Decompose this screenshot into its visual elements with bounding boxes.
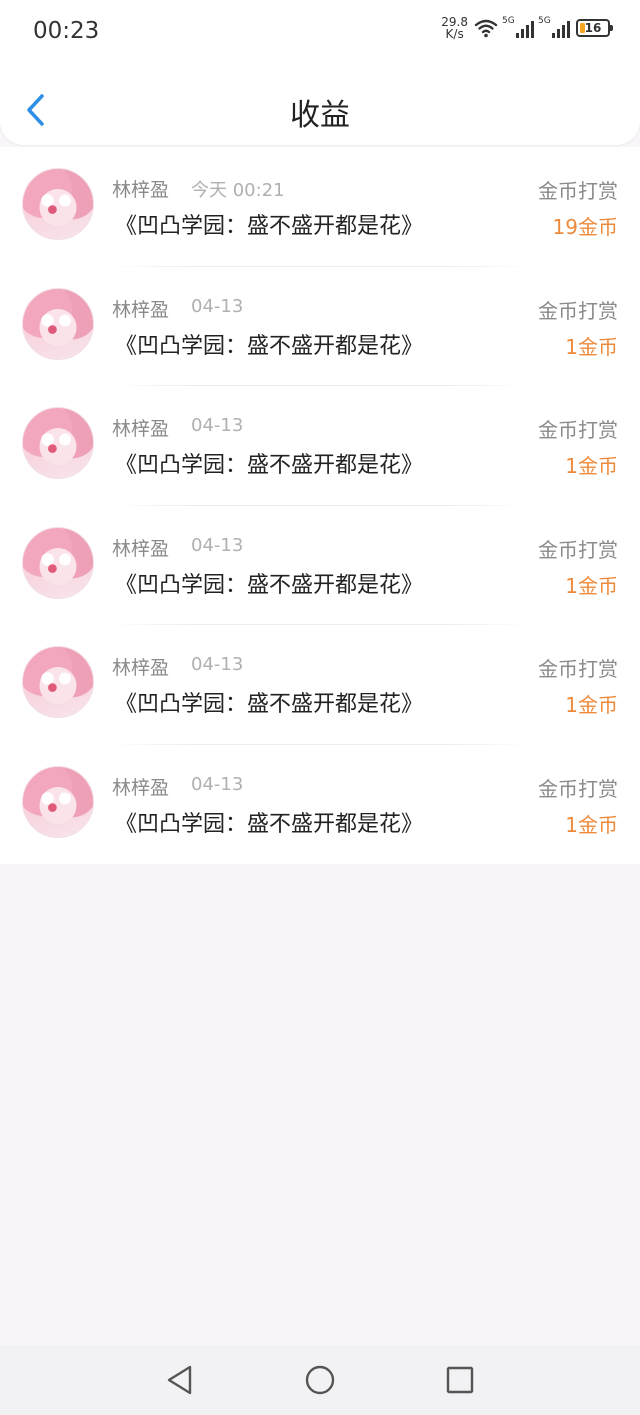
income-type: 金币打赏 <box>538 418 618 442</box>
income-amount: 1金币 <box>565 693 618 717</box>
app-header: 00:23 29.8 K/s 5G 5G 16 收益 <box>0 0 640 145</box>
income-type: 金币打赏 <box>538 657 618 681</box>
list-item[interactable]: 林梓盈 04-13 《凹凸学园：盛不盛开都是花》 金币打赏 1金币 <box>0 625 640 745</box>
avatar[interactable] <box>22 407 94 479</box>
list-item[interactable]: 林梓盈 04-13 《凹凸学园：盛不盛开都是花》 金币打赏 1金币 <box>0 386 640 506</box>
nav-back-button[interactable] <box>155 1355 205 1405</box>
income-amount: 1金币 <box>565 454 618 478</box>
user-name: 林梓盈 <box>112 179 170 201</box>
book-title: 《凹凸学园：盛不盛开都是花》 <box>115 333 424 359</box>
list-item[interactable]: 林梓盈 04-13 《凹凸学园：盛不盛开都是花》 金币打赏 1金币 <box>0 267 640 386</box>
battery-level: 16 <box>584 21 602 35</box>
user-name: 林梓盈 <box>112 657 170 679</box>
book-title: 《凹凸学园：盛不盛开都是花》 <box>115 692 424 717</box>
record-time: 04-13 <box>191 773 244 795</box>
signal-icon-sim2: 5G <box>538 16 570 38</box>
income-amount: 1金币 <box>565 812 618 837</box>
nav-recents-button[interactable] <box>435 1355 485 1405</box>
book-title: 《凹凸学园：盛不盛开都是花》 <box>115 453 424 478</box>
page-title: 收益 <box>290 98 350 133</box>
record-time: 今天 00:21 <box>191 180 285 201</box>
list-item[interactable]: 林梓盈 04-13 《凹凸学园：盛不盛开都是花》 金币打赏 1金币 <box>0 506 640 625</box>
wifi-icon <box>474 19 498 38</box>
user-name: 林梓盈 <box>112 776 170 799</box>
book-title: 《凹凸学园：盛不盛开都是花》 <box>115 572 424 598</box>
nav-home-button[interactable] <box>295 1355 345 1405</box>
status-time: 00:23 <box>33 18 100 44</box>
income-amount: 1金币 <box>565 573 618 598</box>
avatar[interactable] <box>22 168 94 240</box>
battery-icon: 16 <box>576 19 613 37</box>
record-time: 04-13 <box>191 295 244 317</box>
income-type: 金币打赏 <box>538 537 618 562</box>
income-amount: 1金币 <box>565 334 618 359</box>
network-speed-unit: K/s <box>445 27 464 41</box>
network-speed: 29.8 K/s <box>441 16 468 40</box>
record-time: 04-13 <box>191 654 244 675</box>
avatar[interactable] <box>22 287 94 360</box>
record-time: 04-13 <box>191 534 244 556</box>
list-item[interactable]: 林梓盈 今天 00:21 《凹凸学园：盛不盛开都是花》 金币打赏 19金币 <box>0 147 640 267</box>
square-recents-icon <box>446 1366 474 1394</box>
income-type: 金币打赏 <box>538 298 618 323</box>
record-time: 04-13 <box>191 415 244 436</box>
income-type: 金币打赏 <box>538 179 618 203</box>
sim1-label: 5G <box>502 16 515 26</box>
book-title: 《凹凸学园：盛不盛开都是花》 <box>115 811 424 837</box>
user-name: 林梓盈 <box>112 537 170 560</box>
signal-icon-sim1: 5G <box>502 16 534 38</box>
list-item[interactable]: 林梓盈 04-13 《凹凸学园：盛不盛开都是花》 金币打赏 1金币 <box>0 745 640 865</box>
user-name: 林梓盈 <box>112 298 170 321</box>
book-title: 《凹凸学园：盛不盛开都是花》 <box>115 214 424 239</box>
system-navigation-bar <box>0 1345 640 1415</box>
sim2-label: 5G <box>538 16 551 26</box>
avatar[interactable] <box>22 765 94 838</box>
user-name: 林梓盈 <box>112 418 170 440</box>
income-list: 林梓盈 今天 00:21 《凹凸学园：盛不盛开都是花》 金币打赏 19金币 林梓… <box>0 147 640 864</box>
income-type: 金币打赏 <box>538 776 618 801</box>
avatar[interactable] <box>22 646 94 718</box>
income-amount: 19金币 <box>552 215 618 239</box>
triangle-back-icon <box>167 1365 192 1395</box>
avatar[interactable] <box>22 526 94 599</box>
circle-home-icon <box>305 1365 335 1395</box>
status-icons: 29.8 K/s 5G 5G 16 <box>441 16 613 40</box>
